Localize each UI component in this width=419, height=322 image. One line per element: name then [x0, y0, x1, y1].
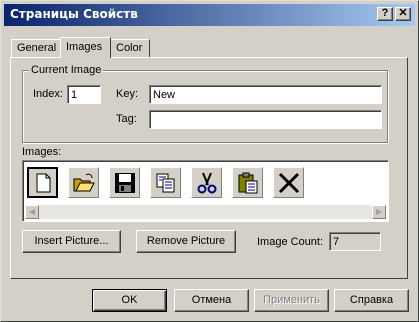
tab-images[interactable]: Images: [60, 37, 111, 58]
save-disk-icon[interactable]: [109, 167, 140, 198]
ok-button[interactable]: OK: [92, 289, 167, 312]
index-field[interactable]: [67, 85, 101, 104]
image-count-label: Image Count:: [257, 236, 324, 248]
close-button[interactable]: ✕: [395, 7, 411, 21]
index-label: Index:: [33, 88, 63, 100]
scroll-left-icon[interactable]: ◀: [25, 205, 39, 219]
help-button[interactable]: ?: [377, 7, 393, 21]
window-title: Страницы Свойств: [10, 7, 138, 21]
property-pages-dialog: Страницы Свойств ? ✕ General Images Colo…: [0, 0, 419, 322]
tab-color[interactable]: Color: [110, 39, 150, 57]
image-count-field: [329, 232, 381, 251]
apply-button[interactable]: Применить: [254, 289, 329, 312]
tab-general[interactable]: General: [11, 39, 61, 57]
images-tab-panel: Current Image Index: Key: Tag: Images:: [10, 57, 408, 279]
tag-field[interactable]: [149, 110, 382, 129]
scroll-right-icon[interactable]: ▶: [372, 205, 386, 219]
group-label: Current Image: [29, 64, 104, 76]
open-folder-icon[interactable]: [68, 167, 99, 198]
paste-icon[interactable]: [232, 167, 263, 198]
current-image-group: Current Image Index: Key: Tag:: [22, 64, 388, 143]
key-label: Key:: [116, 88, 139, 100]
copy-icon[interactable]: [150, 167, 181, 198]
help-footer-button[interactable]: Справка: [334, 289, 409, 312]
key-field[interactable]: [149, 85, 382, 104]
remove-picture-button[interactable]: Remove Picture: [136, 230, 236, 253]
delete-x-icon[interactable]: [273, 167, 304, 198]
images-label: Images:: [22, 146, 62, 158]
horizontal-scrollbar[interactable]: ◀ ▶: [25, 205, 386, 219]
cut-scissors-icon[interactable]: [191, 167, 222, 198]
title-bar[interactable]: Страницы Свойств ? ✕: [4, 4, 415, 26]
cancel-button[interactable]: Отмена: [174, 289, 249, 312]
new-document-icon[interactable]: [27, 167, 58, 198]
insert-picture-button[interactable]: Insert Picture...: [22, 230, 121, 253]
image-strip: [25, 163, 387, 203]
image-list[interactable]: ◀ ▶: [22, 160, 389, 222]
tag-label: Tag:: [116, 113, 137, 125]
